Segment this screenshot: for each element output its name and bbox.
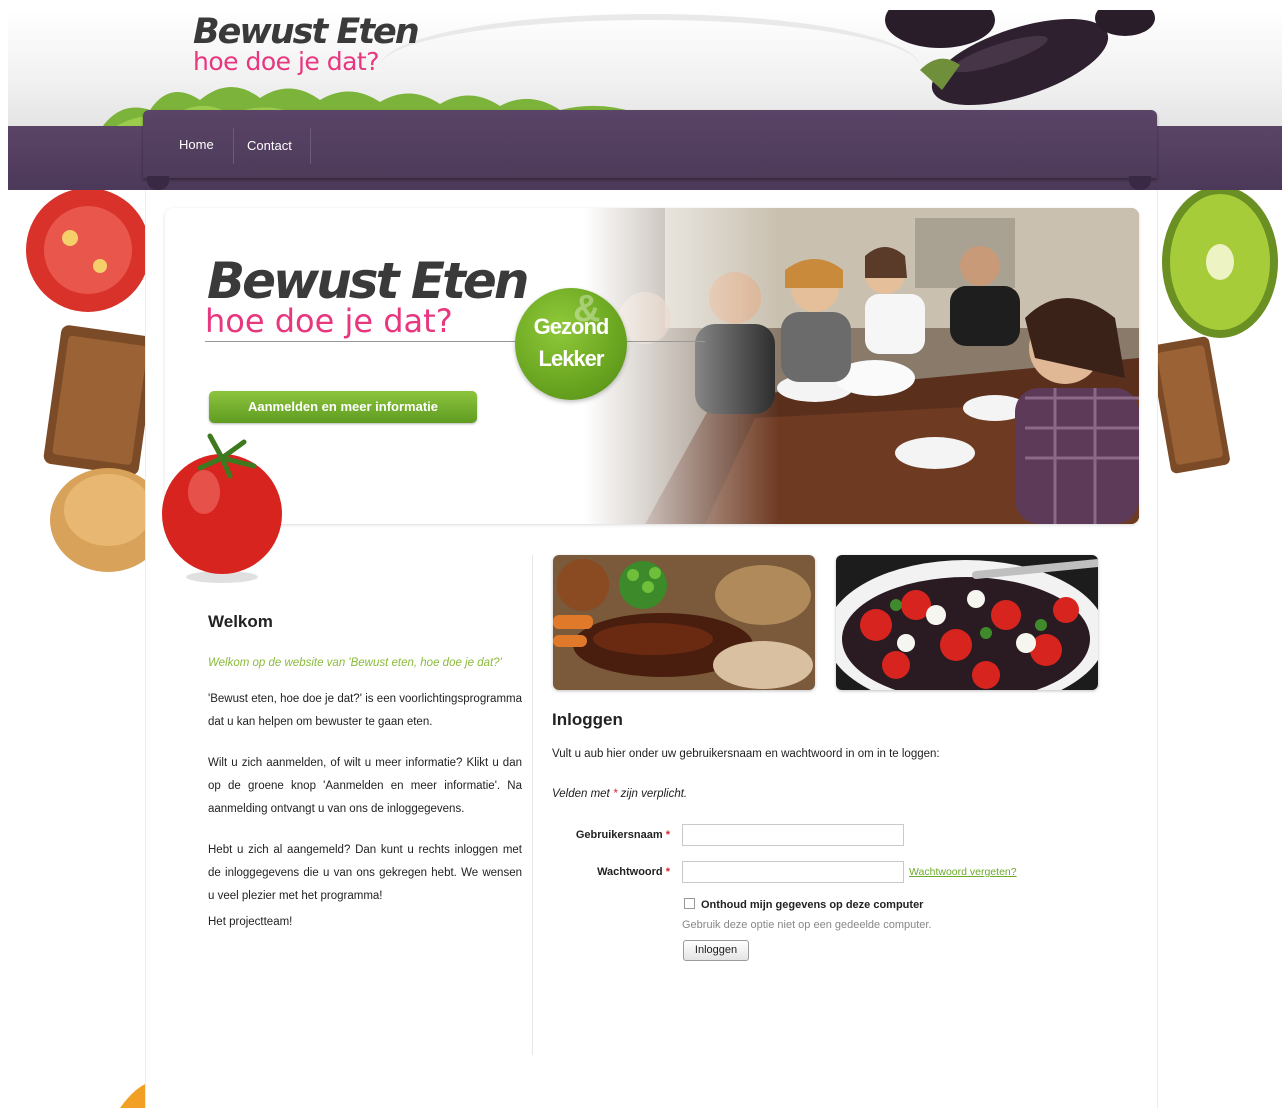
badge-line1: Gezond (533, 314, 610, 339)
tomato-image (162, 433, 282, 583)
login-section: Inloggen Vult u aub hier onder uw gebrui… (552, 710, 1112, 961)
forgot-password-link[interactable]: Wachtwoord vergeten? (909, 860, 1017, 884)
remember-checkbox[interactable] (684, 898, 695, 909)
nav-separator (310, 128, 311, 164)
register-button[interactable]: Aanmelden en meer informatie (209, 391, 477, 423)
nav-home[interactable]: Home (167, 116, 226, 168)
required-prefix: Velden met (552, 788, 610, 800)
remember-hint: Gebruik deze optie niet op een gedeelde … (682, 919, 932, 931)
password-label-text: Wachtwoord (597, 866, 663, 878)
badge-line2: Lekker (538, 346, 605, 371)
hero-subtitle: hoe doe je dat? (205, 302, 453, 340)
welcome-paragraph: Hebt u zich al aangemeld? Dan kunt u rec… (208, 844, 522, 902)
welcome-signature: Het projectteam! (208, 916, 293, 928)
username-row: Gebruikersnaam * (552, 823, 952, 847)
left-food-decoration (26, 190, 148, 572)
remember-me[interactable]: Onthoud mijn gegevens op deze computer (684, 898, 923, 911)
welcome-paragraph: 'Bewust eten, hoe doe je dat?' is een vo… (208, 693, 522, 728)
password-required-star: * (665, 866, 670, 878)
password-row: Wachtwoord * Wachtwoord vergeten? (552, 860, 1072, 884)
username-required-star: * (665, 829, 670, 841)
required-star: * (612, 788, 618, 800)
username-label-text: Gebruikersnaam (575, 829, 663, 841)
welcome-intro: Welkom op de website van 'Bewust eten, h… (208, 657, 502, 669)
required-note: Velden met * zijn verplicht. (552, 788, 1112, 800)
remember-label: Onthoud mijn gegevens op deze computer (701, 899, 924, 911)
welcome-section: Welkom Welkom op de website van 'Bewust … (208, 612, 522, 928)
food-photo-salad (836, 555, 1098, 690)
hero-banner: Bewust Eten hoe doe je dat? & Gezond Lek… (165, 208, 1139, 524)
main-nav: Home Contact (143, 110, 1157, 178)
hero-divider (205, 341, 705, 342)
login-button[interactable]: Inloggen (683, 940, 749, 961)
welcome-paragraph: Wilt u zich aanmelden, of wilt u meer in… (208, 757, 522, 815)
site-logo-title[interactable]: Bewust Eten (193, 12, 420, 52)
eggplant-image (885, 10, 1155, 106)
password-input[interactable] (682, 861, 904, 883)
food-photo-meat (553, 555, 815, 690)
nav-separator (233, 128, 234, 164)
welcome-heading: Welkom (208, 612, 273, 631)
nav-contact[interactable]: Contact (235, 116, 304, 168)
password-label: Wachtwoord * (552, 860, 670, 884)
required-suffix: zijn verplicht. (620, 788, 688, 800)
login-heading: Inloggen (552, 710, 623, 729)
family-dinner-photo (585, 208, 1139, 524)
login-description: Vult u aub hier onder uw gebruikersnaam … (552, 748, 940, 760)
username-input[interactable] (682, 824, 904, 846)
gezond-lekker-badge: & Gezond Lekker (515, 288, 627, 400)
username-label: Gebruikersnaam * (552, 823, 670, 847)
right-food-decoration (1150, 190, 1278, 474)
column-divider (532, 555, 533, 1055)
site-logo-subtitle: hoe doe je dat? (193, 47, 380, 76)
